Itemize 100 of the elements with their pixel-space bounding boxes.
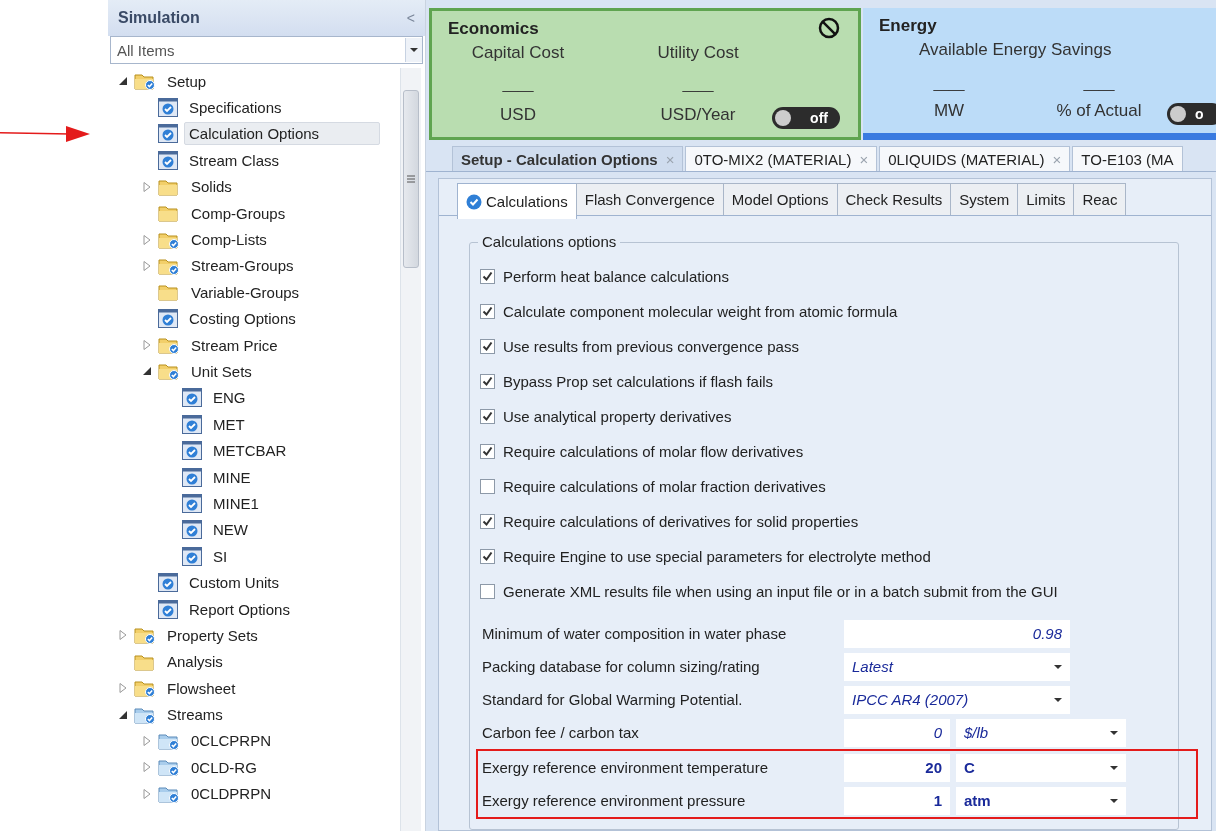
checkbox[interactable] <box>480 339 495 354</box>
folder-icon <box>134 652 156 671</box>
checkbox[interactable] <box>480 304 495 319</box>
checkbox-label: Use analytical property derivatives <box>503 408 732 425</box>
tree-item[interactable]: MINE1 <box>208 491 264 515</box>
form-tab[interactable]: Check Results <box>836 183 952 215</box>
number-field[interactable]: 20 <box>844 753 950 782</box>
dropdown-caret-icon[interactable] <box>1054 664 1062 669</box>
checkbox-label: Calculate component molecular weight from atomic formula <box>503 303 898 320</box>
metric-label: Capital Cost <box>471 43 565 63</box>
field-label: Exergy reference environment temperature <box>482 759 769 776</box>
form-tab[interactable]: Flash Convergence <box>575 183 724 215</box>
tree-item[interactable]: Comp-Lists <box>186 228 272 252</box>
unit-dropdown[interactable]: $/lb <box>956 718 1126 747</box>
folder-check-icon <box>158 336 180 355</box>
checkbox[interactable] <box>480 409 495 424</box>
tree-item[interactable]: Analysis <box>162 650 228 674</box>
metric-unit: % of Actual <box>1056 101 1142 122</box>
number-field[interactable]: 0.98 <box>844 619 1070 648</box>
checkbox[interactable] <box>480 269 495 284</box>
form-tab[interactable]: Limits <box>1017 183 1075 215</box>
unit-dropdown[interactable]: C <box>956 753 1126 782</box>
tree-item[interactable]: NEW <box>208 518 253 542</box>
checkbox-label: Require calculations of derivatives for solid properties <box>503 513 859 530</box>
tree-item[interactable]: Streams <box>162 703 228 727</box>
tree-item[interactable]: SI <box>208 544 233 568</box>
tree-item[interactable]: Costing Options <box>184 307 301 331</box>
tree-item[interactable]: Stream Class <box>184 148 285 172</box>
tree-item[interactable]: Stream-Groups <box>186 254 299 278</box>
tree-item[interactable]: Variable-Groups <box>186 280 305 304</box>
panel-title: Simulation <box>118 9 200 27</box>
dropdown-caret-icon[interactable] <box>1110 798 1118 803</box>
checkbox-label: Use results from previous convergence pass <box>503 338 799 355</box>
tree-item[interactable]: MINE <box>208 465 256 489</box>
folder-check-icon <box>134 705 156 724</box>
checkbox[interactable] <box>480 444 495 459</box>
tree-item[interactable]: Stream Price <box>186 333 283 357</box>
tree-item[interactable]: MET <box>208 412 250 436</box>
form-check-icon <box>182 546 202 566</box>
document-tab[interactable]: TO-E103 (MA <box>1072 146 1183 171</box>
dropdown-caret-icon[interactable] <box>1110 730 1118 735</box>
tree-item[interactable]: 0CLCPRPN <box>186 729 277 753</box>
tree-item[interactable]: Specifications <box>184 96 287 120</box>
expanded-triangle-icon[interactable] <box>118 709 128 720</box>
tree-item[interactable]: Flowsheet <box>162 676 241 700</box>
expanded-triangle-icon[interactable] <box>142 366 152 377</box>
checkbox-label: Require calculations of molar flow derivatives <box>503 443 804 460</box>
tree-item[interactable]: 0CLDPRPN <box>186 782 277 806</box>
checkbox[interactable] <box>480 479 495 494</box>
number-field[interactable]: 0 <box>844 718 950 747</box>
form-tab[interactable]: System <box>950 183 1019 215</box>
tree-item[interactable]: Setup <box>162 69 212 93</box>
form-check-icon <box>182 441 202 461</box>
document-tab[interactable]: 0TO-MIX2 (MATERIAL) × <box>685 146 878 171</box>
checkbox[interactable] <box>480 549 495 564</box>
metric-unit: MW <box>933 101 965 122</box>
tree-item[interactable]: Report Options <box>184 597 295 621</box>
tree-item[interactable]: 0CLD-RG <box>186 755 262 779</box>
tree-item[interactable]: Comp-Groups <box>186 201 291 225</box>
document-tab[interactable]: Setup - Calculation Options × <box>452 146 684 171</box>
dropdown-field[interactable]: IPCC AR4 (2007) <box>844 685 1070 714</box>
folder-icon <box>158 283 180 302</box>
unit-dropdown[interactable]: atm <box>956 786 1126 815</box>
dropdown-field[interactable]: Latest <box>844 652 1070 681</box>
checkbox[interactable] <box>480 374 495 389</box>
metric-label: Available Energy Savings <box>918 39 1113 60</box>
metric-value: ____ <box>682 76 714 93</box>
dropdown-caret-icon[interactable] <box>1110 765 1118 770</box>
checkbox[interactable] <box>480 514 495 529</box>
form-check-icon <box>182 467 202 487</box>
form-check-icon <box>158 124 178 144</box>
dropdown-caret-icon[interactable] <box>1054 697 1062 702</box>
document-tab[interactable]: 0LIQUIDS (MATERIAL) × <box>879 146 1071 171</box>
toggle-switch[interactable]: o <box>1167 103 1216 126</box>
form-check-icon <box>158 98 178 118</box>
prohibited-icon[interactable] <box>818 17 840 39</box>
metric-label: Utility Cost <box>657 43 739 63</box>
form-tab[interactable]: Model Options <box>722 183 838 215</box>
checkbox[interactable] <box>480 584 495 599</box>
folder-check-icon <box>158 256 180 275</box>
metric-value: ____ <box>502 76 534 93</box>
toggle-switch[interactable]: off <box>772 107 840 130</box>
filter-dropdown[interactable]: All Items <box>110 36 423 64</box>
expanded-triangle-icon[interactable] <box>118 76 128 87</box>
form-tab[interactable]: Reac <box>1073 183 1127 215</box>
tree-item[interactable]: Property Sets <box>162 623 263 647</box>
number-field[interactable]: 1 <box>844 786 950 815</box>
field-label: Standard for Global Warming Potential. <box>482 691 744 708</box>
tree-item[interactable]: METCBAR <box>208 439 292 463</box>
folder-icon <box>158 177 180 196</box>
tree-item[interactable]: Solids <box>186 175 237 199</box>
tree-item[interactable]: Calculation Options <box>184 122 381 146</box>
tree-item[interactable]: ENG <box>208 386 251 410</box>
metric-unit: USD/Year <box>660 105 736 126</box>
folder-check-icon <box>158 362 180 381</box>
tree-item[interactable]: Unit Sets <box>186 360 257 383</box>
tree-item[interactable]: Custom Units <box>184 571 285 595</box>
form-tab[interactable]: Calculations <box>457 183 577 219</box>
form-check-icon <box>182 388 202 408</box>
scrollbar-thumb[interactable] <box>403 90 419 268</box>
